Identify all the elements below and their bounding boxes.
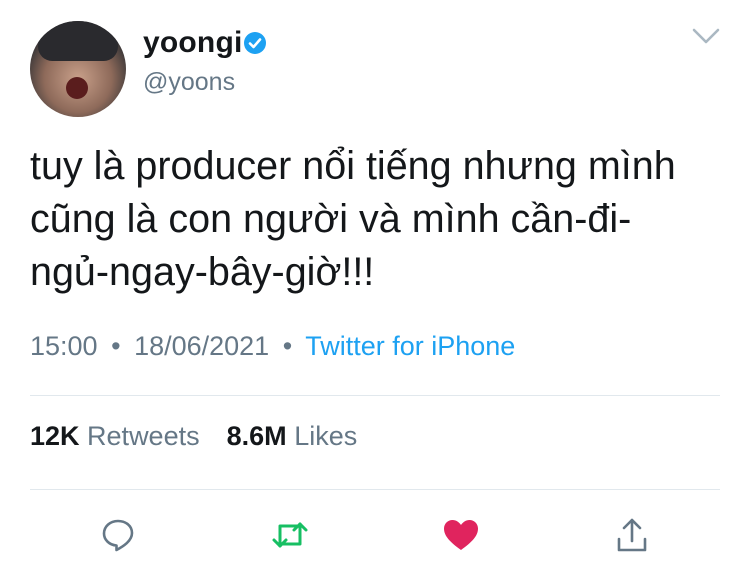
divider bbox=[30, 489, 720, 490]
tweet-line: tuy là producer nổi tiếng nhưng mình bbox=[30, 144, 676, 188]
tweet-text: tuy là producer nổi tiếng nhưng mình cũn… bbox=[30, 140, 730, 299]
retweets-label: Retweets bbox=[87, 421, 200, 451]
like-button[interactable] bbox=[441, 515, 481, 555]
display-name[interactable]: yoongi bbox=[143, 26, 243, 60]
likes-stat[interactable]: 8.6M Likes bbox=[227, 421, 358, 451]
tweet-source-link[interactable]: Twitter for iPhone bbox=[305, 331, 515, 361]
meta-separator: • bbox=[111, 331, 121, 361]
chevron-down-icon[interactable] bbox=[692, 27, 720, 45]
tweet-line: ngủ-ngay-bây-giờ!!! bbox=[30, 250, 375, 294]
tweet-time[interactable]: 15:00 bbox=[30, 331, 98, 361]
verified-badge-icon bbox=[244, 32, 266, 54]
retweets-stat[interactable]: 12K Retweets bbox=[30, 421, 207, 451]
meta-separator: • bbox=[282, 331, 293, 361]
divider bbox=[30, 395, 720, 396]
avatar[interactable] bbox=[30, 21, 126, 117]
share-icon bbox=[617, 518, 647, 552]
share-button[interactable] bbox=[612, 515, 652, 555]
username-handle[interactable]: @yoons bbox=[143, 68, 235, 97]
heart-icon bbox=[444, 520, 478, 550]
avatar-hair bbox=[38, 21, 118, 61]
likes-label: Likes bbox=[294, 421, 358, 451]
tweet-date[interactable]: 18/06/2021 bbox=[134, 331, 269, 361]
engagement-stats: 12K Retweets 8.6M Likes bbox=[30, 421, 357, 452]
tweet-meta: 15:00 • 18/06/2021 • Twitter for iPhone bbox=[30, 331, 515, 362]
reply-icon bbox=[102, 519, 134, 552]
reply-button[interactable] bbox=[98, 515, 138, 555]
retweets-count: 12K bbox=[30, 421, 80, 451]
avatar-mouth bbox=[66, 77, 88, 99]
retweet-button[interactable] bbox=[270, 515, 310, 555]
retweet-icon bbox=[272, 522, 308, 548]
likes-count: 8.6M bbox=[226, 421, 287, 451]
tweet-line: cũng là con người và mình cần-đi- bbox=[30, 197, 632, 241]
